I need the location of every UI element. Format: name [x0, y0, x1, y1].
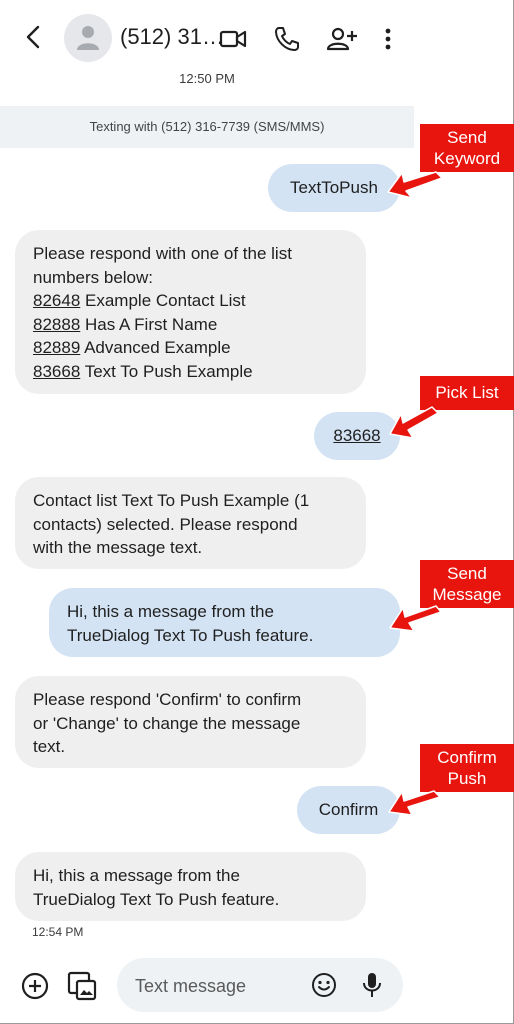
- compose-box[interactable]: [117, 958, 403, 1014]
- emoji-icon[interactable]: [311, 972, 337, 998]
- arrow-send-keyword: [387, 171, 443, 199]
- arrow-pick-list: [389, 406, 439, 439]
- message-input[interactable]: [133, 958, 297, 1014]
- add-attachment-icon[interactable]: [20, 971, 50, 1001]
- arrow-confirm-push: [388, 790, 441, 816]
- gallery-icon[interactable]: [66, 970, 98, 1002]
- annotation-arrows: [387, 171, 443, 816]
- microphone-icon[interactable]: [361, 971, 383, 999]
- arrow-send-message: [389, 605, 442, 632]
